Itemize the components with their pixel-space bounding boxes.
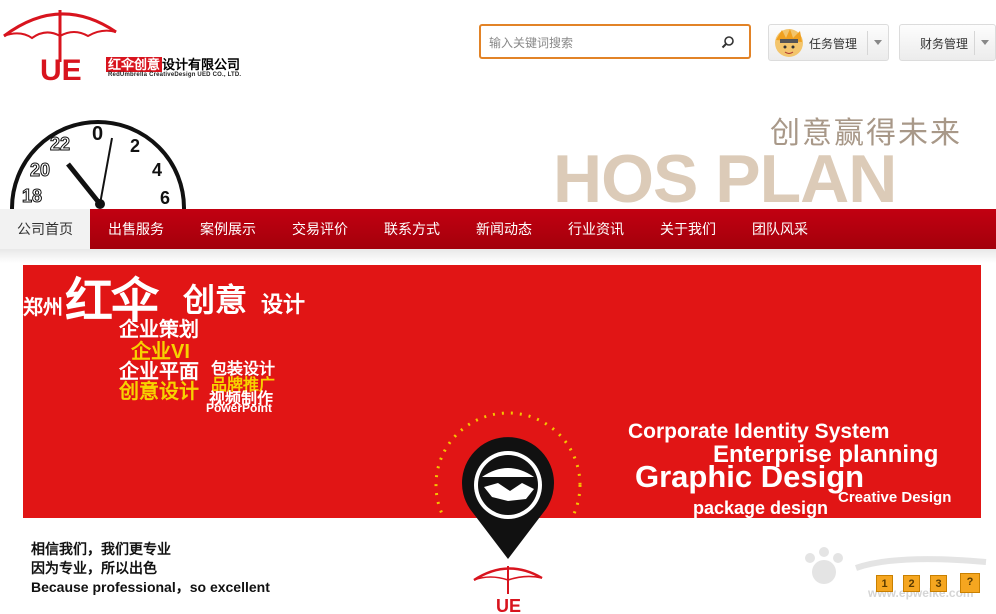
banner-zhengzhou: 郑州: [23, 297, 63, 319]
nav-item-contact[interactable]: 联系方式: [384, 209, 440, 249]
company-name-rest: 设计有限公司: [162, 57, 241, 72]
task-management-dropdown[interactable]: 任务管理: [768, 24, 889, 61]
search-input[interactable]: [487, 32, 721, 54]
nav-item-team[interactable]: 团队风采: [752, 209, 808, 249]
tagline-line: 因为专业，所以出色: [31, 560, 157, 576]
logo-ue-mark: UE: [496, 596, 521, 614]
nav-item-cases[interactable]: 案例展示: [200, 209, 256, 249]
banner-en-line: package design: [693, 498, 829, 518]
nav-item-home[interactable]: 公司首页: [0, 209, 90, 249]
chevron-down-icon: [981, 40, 989, 45]
chevron-down-icon: [874, 40, 882, 45]
umbrella-logo-small: UE: [473, 566, 543, 614]
banner-page-1[interactable]: 1: [876, 575, 893, 592]
banner-page-help[interactable]: ?: [960, 573, 980, 593]
dropdown-separator: [974, 31, 975, 55]
search-icon[interactable]: [721, 35, 735, 49]
banner-service: 创意设计: [119, 381, 199, 403]
nav-item-news[interactable]: 新闻动态: [476, 209, 532, 249]
banner-en-line: Graphic Design: [635, 459, 865, 494]
nav-shadow: [0, 249, 996, 263]
banner-page-2[interactable]: 2: [903, 575, 920, 592]
user-avatar: [775, 29, 803, 57]
tagline-line: Because professional，so excellent: [31, 579, 270, 595]
company-logo-umbrella[interactable]: UE: [0, 2, 120, 82]
main-nav: 公司首页 出售服务 案例展示 交易评价 联系方式 新闻动态 行业资讯 关于我们 …: [0, 209, 996, 249]
nav-item-industry[interactable]: 行业资讯: [568, 209, 624, 249]
tagline: 相信我们，我们更专业 因为专业，所以出色 Because professiona…: [31, 540, 270, 597]
hos-plan-text: HOS PLAN: [553, 141, 897, 217]
finance-management-label: 财务管理: [920, 37, 969, 51]
clock-number: 22: [50, 134, 70, 154]
handshake-pin-icon: [462, 437, 554, 559]
dropdown-separator: [867, 31, 868, 55]
tagline-line: 相信我们，我们更专业: [31, 541, 171, 557]
clock-number: 18: [22, 186, 42, 206]
company-name-highlight: 红伞创意: [106, 57, 163, 72]
clock-number: 20: [30, 160, 50, 180]
finance-management-dropdown[interactable]: 财务管理: [899, 24, 996, 61]
company-name: 红伞创意 设计有限公司: [106, 54, 240, 73]
banner-page-3[interactable]: 3: [930, 575, 947, 592]
clock-number: 0: [92, 123, 103, 145]
nav-item-about[interactable]: 关于我们: [660, 209, 716, 249]
clock-graphic: 22 0 2 20 4 18 6: [10, 120, 186, 212]
nav-item-services[interactable]: 出售服务: [108, 209, 164, 249]
banner-design: 设计: [261, 292, 306, 317]
search-box: [479, 24, 751, 59]
clock-number: 6: [160, 188, 170, 208]
banner-powerpoint: PowerPoint: [206, 401, 273, 415]
banner-en-line: Creative Design: [838, 489, 952, 506]
clock-number: 4: [152, 160, 162, 180]
clock-number: 2: [130, 136, 140, 156]
nav-item-reviews[interactable]: 交易评价: [292, 209, 348, 249]
logo-ue-mark: UE: [40, 54, 82, 82]
company-subtitle: RedUmbrella CreativeDesign UED CO., LTD.: [108, 72, 242, 78]
task-management-label: 任务管理: [809, 37, 858, 51]
